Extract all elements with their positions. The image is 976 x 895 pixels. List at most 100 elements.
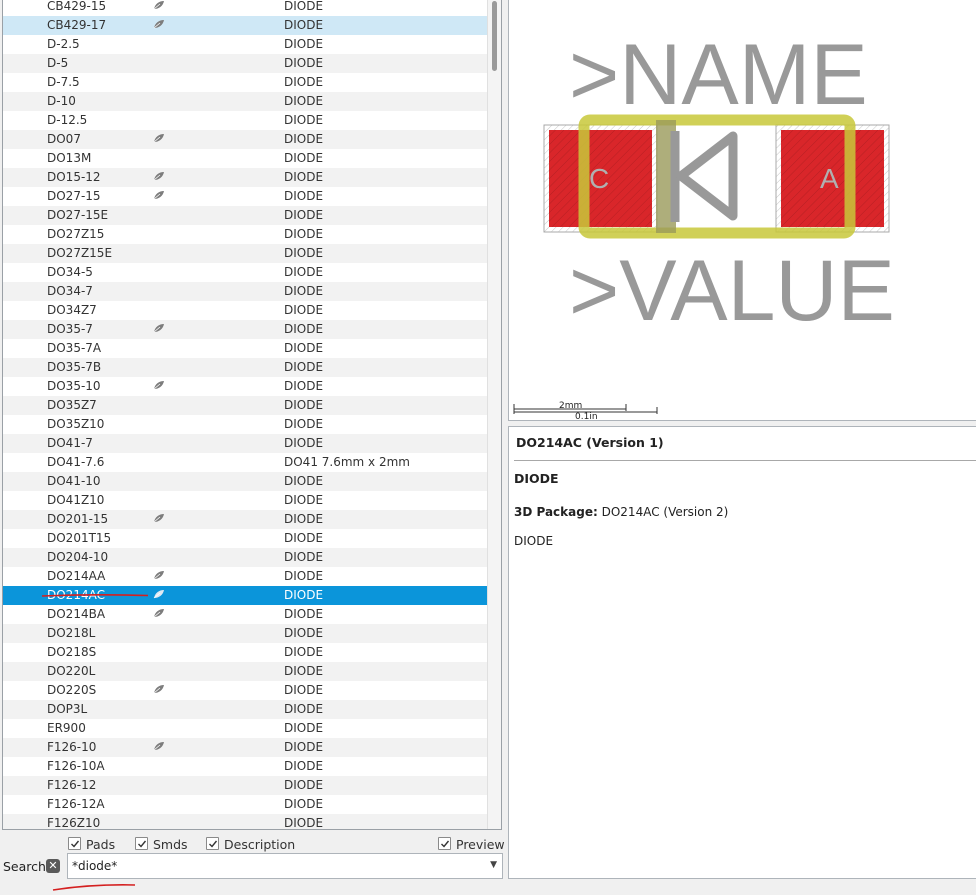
package-name: DO218S: [47, 645, 97, 659]
model-3d-icon: [153, 681, 167, 700]
list-item[interactable]: DO27-15 DIODE: [3, 187, 487, 206]
model-3d-icon: [153, 510, 167, 529]
package-description-cell: DIODE: [284, 398, 324, 412]
package-description-cell: DIODE: [284, 322, 324, 336]
package-description-cell: DIODE: [284, 683, 324, 697]
package-description-cell: DIODE: [284, 379, 324, 393]
list-item[interactable]: ER900 DIODE: [3, 719, 487, 738]
package-description-cell: DIODE: [284, 170, 324, 184]
list-item[interactable]: DOP3L DIODE: [3, 700, 487, 719]
list-item[interactable]: DO201T15 DIODE: [3, 529, 487, 548]
list-item[interactable]: F126Z10 DIODE: [3, 814, 487, 830]
list-item[interactable]: DO27Z15E DIODE: [3, 244, 487, 263]
list-item[interactable]: DO35-7A DIODE: [3, 339, 487, 358]
pad-label-a: A: [820, 163, 839, 194]
package-description-cell: DIODE: [284, 721, 324, 735]
package-description-cell: DIODE: [284, 474, 324, 488]
list-item[interactable]: D-2.5 DIODE: [3, 35, 487, 54]
package-description-cell: DIODE: [284, 531, 324, 545]
list-item[interactable]: DO34Z7 DIODE: [3, 301, 487, 320]
list-item[interactable]: F126-10 DIODE: [3, 738, 487, 757]
scrollbar-thumb[interactable]: [492, 1, 497, 71]
description-divider: [514, 460, 976, 461]
list-item[interactable]: CB429-15 DIODE: [3, 0, 487, 16]
check-icon: [68, 837, 81, 850]
list-item[interactable]: F126-12A DIODE: [3, 795, 487, 814]
package-name: CB429-17: [47, 18, 107, 32]
package-name: F126Z10: [47, 816, 101, 830]
package-name: D-2.5: [47, 37, 80, 51]
preview-label: Preview: [456, 837, 505, 852]
list-item[interactable]: DO220L DIODE: [3, 662, 487, 681]
search-input[interactable]: [72, 858, 472, 874]
list-item[interactable]: DO35Z10 DIODE: [3, 415, 487, 434]
list-item[interactable]: F126-12 DIODE: [3, 776, 487, 795]
package-name: F126-12A: [47, 797, 105, 811]
package-description-cell: DIODE: [284, 303, 324, 317]
list-item[interactable]: DO15-12 DIODE: [3, 168, 487, 187]
list-item[interactable]: D-10 DIODE: [3, 92, 487, 111]
model-3d-icon: [153, 187, 167, 206]
clear-search-icon[interactable]: ✕: [46, 859, 60, 873]
list-item[interactable]: DO13M DIODE: [3, 149, 487, 168]
search-combobox[interactable]: ▼: [67, 853, 503, 879]
pad-label-c: C: [589, 163, 609, 194]
package-description-cell: DIODE: [284, 759, 324, 773]
package-preview: >NAME C A >VALUE 2mm 0.1in: [508, 0, 976, 421]
list-item[interactable]: DO214BA DIODE: [3, 605, 487, 624]
package-name: DO220S: [47, 683, 97, 697]
list-item[interactable]: DO34-7 DIODE: [3, 282, 487, 301]
package-name: DO35-7B: [47, 360, 102, 374]
model-3d-icon: [153, 320, 167, 339]
model-3d-icon: [153, 567, 167, 586]
dropdown-arrow-icon[interactable]: ▼: [490, 860, 497, 870]
package-description-cell: DIODE: [284, 265, 324, 279]
model-3d-icon: [153, 16, 167, 35]
package-description-cell: DIODE: [284, 569, 324, 583]
package-name: DO13M: [47, 151, 92, 165]
list-item[interactable]: DO218L DIODE: [3, 624, 487, 643]
list-item[interactable]: DO35-10 DIODE: [3, 377, 487, 396]
package-description-cell: DIODE: [284, 626, 324, 640]
list-item[interactable]: DO218S DIODE: [3, 643, 487, 662]
package-name: DO41-7.6: [47, 455, 105, 469]
package-list[interactable]: CB429-15 DIODE CB429-17 DIODE D-2.5 DIODE D-5 D…: [2, 0, 502, 830]
package-description-cell: DIODE: [284, 132, 324, 146]
package-name: DO27Z15: [47, 227, 105, 241]
list-item[interactable]: DO35-7B DIODE: [3, 358, 487, 377]
package-description: DO214AC (Version 1) DIODE 3D Package: DO…: [508, 426, 976, 879]
package-name: DO41-10: [47, 474, 101, 488]
package-description-cell: DIODE: [284, 94, 324, 108]
package-name: D-7.5: [47, 75, 80, 89]
list-item[interactable]: DO35Z7 DIODE: [3, 396, 487, 415]
list-item[interactable]: F126-10A DIODE: [3, 757, 487, 776]
list-item[interactable]: DO41-7 DIODE: [3, 434, 487, 453]
package-description-cell: DIODE: [284, 246, 324, 260]
list-item[interactable]: DO35-7 DIODE: [3, 320, 487, 339]
list-item[interactable]: DO201-15 DIODE: [3, 510, 487, 529]
model-3d-icon: [153, 130, 167, 149]
list-item[interactable]: DO220S DIODE: [3, 681, 487, 700]
package-description-cell: DIODE: [284, 360, 324, 374]
list-item[interactable]: DO41-7.6 DO41 7.6mm x 2mm: [3, 453, 487, 472]
list-item[interactable]: D-7.5 DIODE: [3, 73, 487, 92]
package-name: DO35Z7: [47, 398, 97, 412]
list-item[interactable]: DO204-10 DIODE: [3, 548, 487, 567]
pkg-value: DO214AC (Version 2): [601, 505, 729, 519]
annotation-underline: [41, 594, 149, 597]
package-name: DO27Z15E: [47, 246, 113, 260]
list-scrollbar[interactable]: [487, 0, 501, 829]
list-item[interactable]: DO41-10 DIODE: [3, 472, 487, 491]
list-item[interactable]: DO214AA DIODE: [3, 567, 487, 586]
pads-label: Pads: [86, 837, 116, 852]
package-name: DO35-10: [47, 379, 101, 393]
list-item[interactable]: CB429-17 DIODE: [3, 16, 487, 35]
list-item[interactable]: DO27Z15 DIODE: [3, 225, 487, 244]
list-item[interactable]: DO41Z10 DIODE: [3, 491, 487, 510]
list-item[interactable]: DO27-15E DIODE: [3, 206, 487, 225]
list-item[interactable]: DO34-5 DIODE: [3, 263, 487, 282]
list-item[interactable]: D-12.5 DIODE: [3, 111, 487, 130]
description-label: Description: [224, 837, 296, 852]
list-item[interactable]: DO07 DIODE: [3, 130, 487, 149]
list-item[interactable]: D-5 DIODE: [3, 54, 487, 73]
